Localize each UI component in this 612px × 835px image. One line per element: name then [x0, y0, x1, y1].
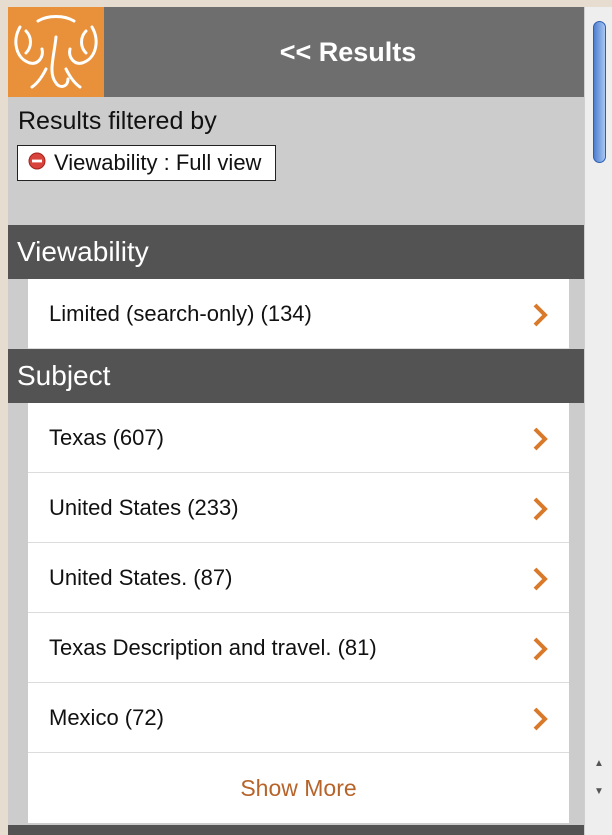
subject-list: Texas (607) United States (233) United S…: [28, 403, 569, 823]
app-frame: << Results Results filtered by Viewabili…: [8, 7, 592, 835]
active-filter-label: Viewability : Full view: [54, 150, 262, 175]
facet-item-label: Texas Description and travel. (81): [49, 635, 377, 660]
section-header-viewability: Viewability: [8, 225, 592, 279]
facet-item-label: Mexico (72): [49, 705, 164, 730]
chevron-right-icon: [533, 427, 548, 451]
scrollbar-thumb[interactable]: [593, 21, 606, 163]
facet-item-texas-description-travel[interactable]: Texas Description and travel. (81): [28, 613, 569, 683]
chevron-right-icon: [533, 497, 548, 521]
facet-item-texas[interactable]: Texas (607): [28, 403, 569, 473]
chevron-right-icon: [533, 707, 548, 731]
show-more-link[interactable]: Show More: [28, 753, 569, 823]
facet-item-united-states[interactable]: United States (233): [28, 473, 569, 543]
chevron-right-icon: [533, 567, 548, 591]
facet-item-limited[interactable]: Limited (search-only) (134): [28, 279, 569, 349]
back-to-results-link[interactable]: << Results: [104, 7, 592, 97]
facet-item-label: Limited (search-only) (134): [49, 301, 312, 326]
facet-item-united-states-dot[interactable]: United States. (87): [28, 543, 569, 613]
facet-item-label: Texas (607): [49, 425, 164, 450]
header-bar: << Results: [8, 7, 592, 97]
chevron-right-icon: [533, 637, 548, 661]
chevron-right-icon: [533, 303, 548, 327]
elephant-logo-icon[interactable]: [8, 7, 104, 97]
vertical-scrollbar[interactable]: ▲ ▼: [584, 7, 612, 835]
viewability-list: Limited (search-only) (134): [28, 279, 569, 349]
scroll-up-arrow-icon[interactable]: ▲: [594, 759, 604, 769]
active-filters-panel: Results filtered by Viewability : Full v…: [8, 97, 592, 225]
facet-item-label: United States. (87): [49, 565, 233, 590]
active-filter-chip[interactable]: Viewability : Full view: [17, 145, 277, 181]
filters-heading: Results filtered by: [18, 107, 217, 135]
next-section-header-edge: [8, 825, 592, 835]
remove-filter-icon[interactable]: [28, 150, 46, 170]
facet-item-mexico[interactable]: Mexico (72): [28, 683, 569, 753]
scroll-down-arrow-icon[interactable]: ▼: [594, 787, 604, 797]
facet-item-label: United States (233): [49, 495, 239, 520]
section-header-subject: Subject: [8, 349, 592, 403]
